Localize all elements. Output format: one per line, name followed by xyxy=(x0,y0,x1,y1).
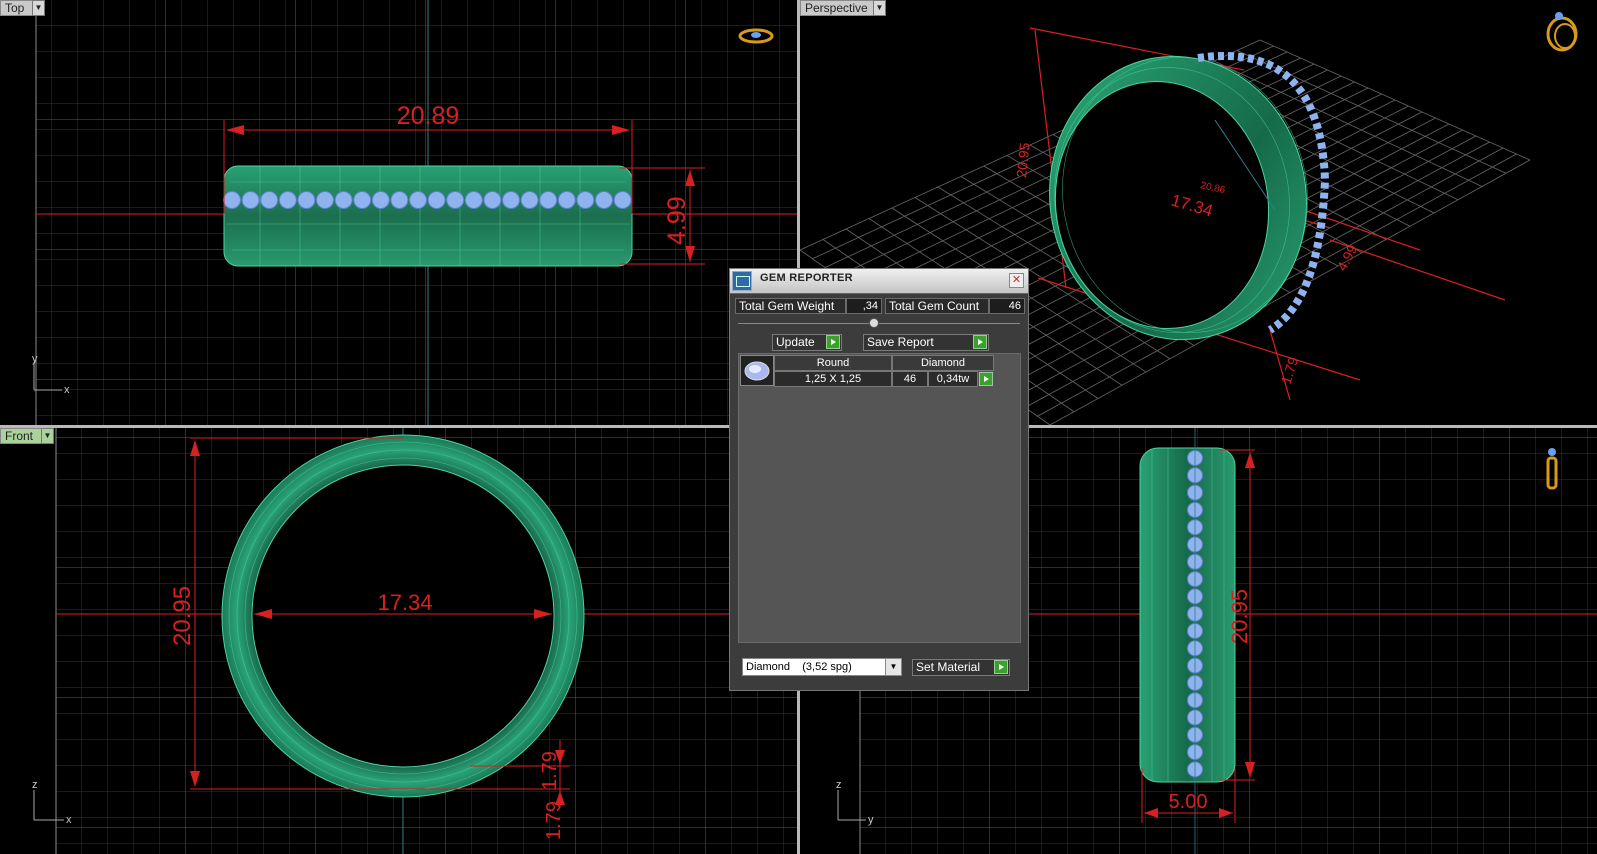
chevron-down-icon[interactable]: ▼ xyxy=(885,659,901,675)
total-gem-weight-value: ,34 xyxy=(846,298,882,314)
set-material-button-label: Set Material xyxy=(916,660,981,674)
save-report-button[interactable]: Save Report xyxy=(863,334,989,351)
right-width-dimension: 5.00 xyxy=(1169,791,1208,813)
gem-stone xyxy=(371,191,390,209)
right-height-dimension: 20.95 xyxy=(1227,589,1252,644)
panel-splitter xyxy=(738,323,1020,324)
front-thick-dimension: 1.79 xyxy=(539,751,561,790)
front-view-canvas: 20.95 17.34 1.79 1.79 z x xyxy=(32,428,797,854)
persp-width-dimension: 4.99 xyxy=(1334,242,1361,274)
svg-text:1.79: 1.79 xyxy=(543,801,565,840)
row-action-play-icon[interactable] xyxy=(979,372,993,386)
round-gem-icon xyxy=(740,355,774,386)
gem-stone xyxy=(297,191,316,209)
splitter-handle[interactable] xyxy=(869,318,879,328)
gem-stone xyxy=(334,191,353,209)
gem-weight-cell[interactable]: 0,34tw xyxy=(928,371,978,387)
top-axis-x: x xyxy=(64,384,70,396)
viewport-menu-arrow-icon[interactable]: ▼ xyxy=(873,0,886,16)
gem-stone xyxy=(520,191,539,209)
front-axis-z: z xyxy=(32,779,38,791)
front-axis-x: x xyxy=(66,814,72,826)
gem-reporter-logo-icon xyxy=(732,271,752,291)
gem-stone xyxy=(483,191,502,209)
viewport-label-front[interactable]: Front xyxy=(0,428,44,444)
gem-stone xyxy=(595,191,613,209)
close-icon[interactable]: ✕ xyxy=(1009,273,1024,288)
gem-stone xyxy=(390,191,409,209)
gem-stone xyxy=(223,191,241,209)
play-icon xyxy=(994,660,1008,674)
gem-material-header: Diamond xyxy=(892,355,994,371)
gem-stone xyxy=(409,191,427,209)
gem-list: Round Diamond 1,25 X 1,25 46 0,34tw xyxy=(738,353,1021,643)
gem-reporter-titlebar[interactable]: GEM REPORTER ✕ xyxy=(730,269,1028,294)
set-material-button[interactable]: Set Material xyxy=(912,659,1010,676)
ring-icon xyxy=(1546,12,1578,52)
total-gem-count-value: 46 xyxy=(989,298,1025,314)
play-icon xyxy=(826,335,840,349)
total-gem-weight-label: Total Gem Weight xyxy=(735,298,846,314)
gem-stone xyxy=(464,191,483,209)
top-view-canvas: 20.89 4.99 y x xyxy=(32,0,797,425)
gem-stone xyxy=(353,191,372,209)
update-button-label: Update xyxy=(776,335,815,349)
gem-stone xyxy=(613,191,632,209)
front-inner-dimension: 17.34 xyxy=(377,590,432,615)
gem-stone xyxy=(502,191,520,209)
gem-stone xyxy=(576,191,595,209)
update-button[interactable]: Update xyxy=(772,334,842,351)
gem-reporter-panel: GEM REPORTER ✕ Total Gem Weight ,34 Tota… xyxy=(729,268,1029,691)
gem-stone xyxy=(241,191,260,209)
top-width-dimension: 20.89 xyxy=(397,102,460,130)
gem-reporter-title: GEM REPORTER xyxy=(760,272,853,284)
viewport-menu-arrow-icon[interactable]: ▼ xyxy=(41,428,54,444)
viewport-label-top[interactable]: Top xyxy=(0,0,35,16)
material-select-value: Diamond (3,52 spg) xyxy=(746,661,852,673)
persp-outer-dimension: 20.95 xyxy=(1013,142,1033,179)
top-height-dimension: 4.99 xyxy=(663,196,691,245)
front-viewport[interactable]: 20.95 17.34 1.79 1.79 z x Front ▼ xyxy=(0,428,797,854)
gem-stone xyxy=(539,191,558,209)
persp-thick-dimension: 1.79 xyxy=(1278,355,1302,386)
gem-shape-header: Round xyxy=(774,355,892,371)
right-axis-y: y xyxy=(868,814,874,826)
gem-stone xyxy=(260,191,279,209)
save-report-button-label: Save Report xyxy=(867,335,934,349)
top-viewport[interactable]: 20.89 4.99 y x Top ▼ xyxy=(0,0,797,425)
material-select[interactable]: Diamond (3,52 spg) ▼ xyxy=(742,658,902,676)
viewport-menu-arrow-icon[interactable]: ▼ xyxy=(32,0,45,16)
top-axis-y: y xyxy=(32,353,38,365)
front-outer-dimension: 20.95 xyxy=(169,586,196,646)
gem-size-cell[interactable]: 1,25 X 1,25 xyxy=(774,371,892,387)
gem-count-cell[interactable]: 46 xyxy=(892,371,928,387)
gem-stone xyxy=(278,191,297,209)
right-axis-z: z xyxy=(836,779,842,791)
gem-stone xyxy=(316,191,334,209)
gem-stone xyxy=(427,191,446,209)
play-icon xyxy=(973,335,987,349)
viewport-label-perspective[interactable]: Perspective xyxy=(800,0,875,16)
gem-stone xyxy=(557,191,576,209)
gem-stone xyxy=(446,191,465,209)
total-gem-count-label: Total Gem Count xyxy=(885,298,989,314)
